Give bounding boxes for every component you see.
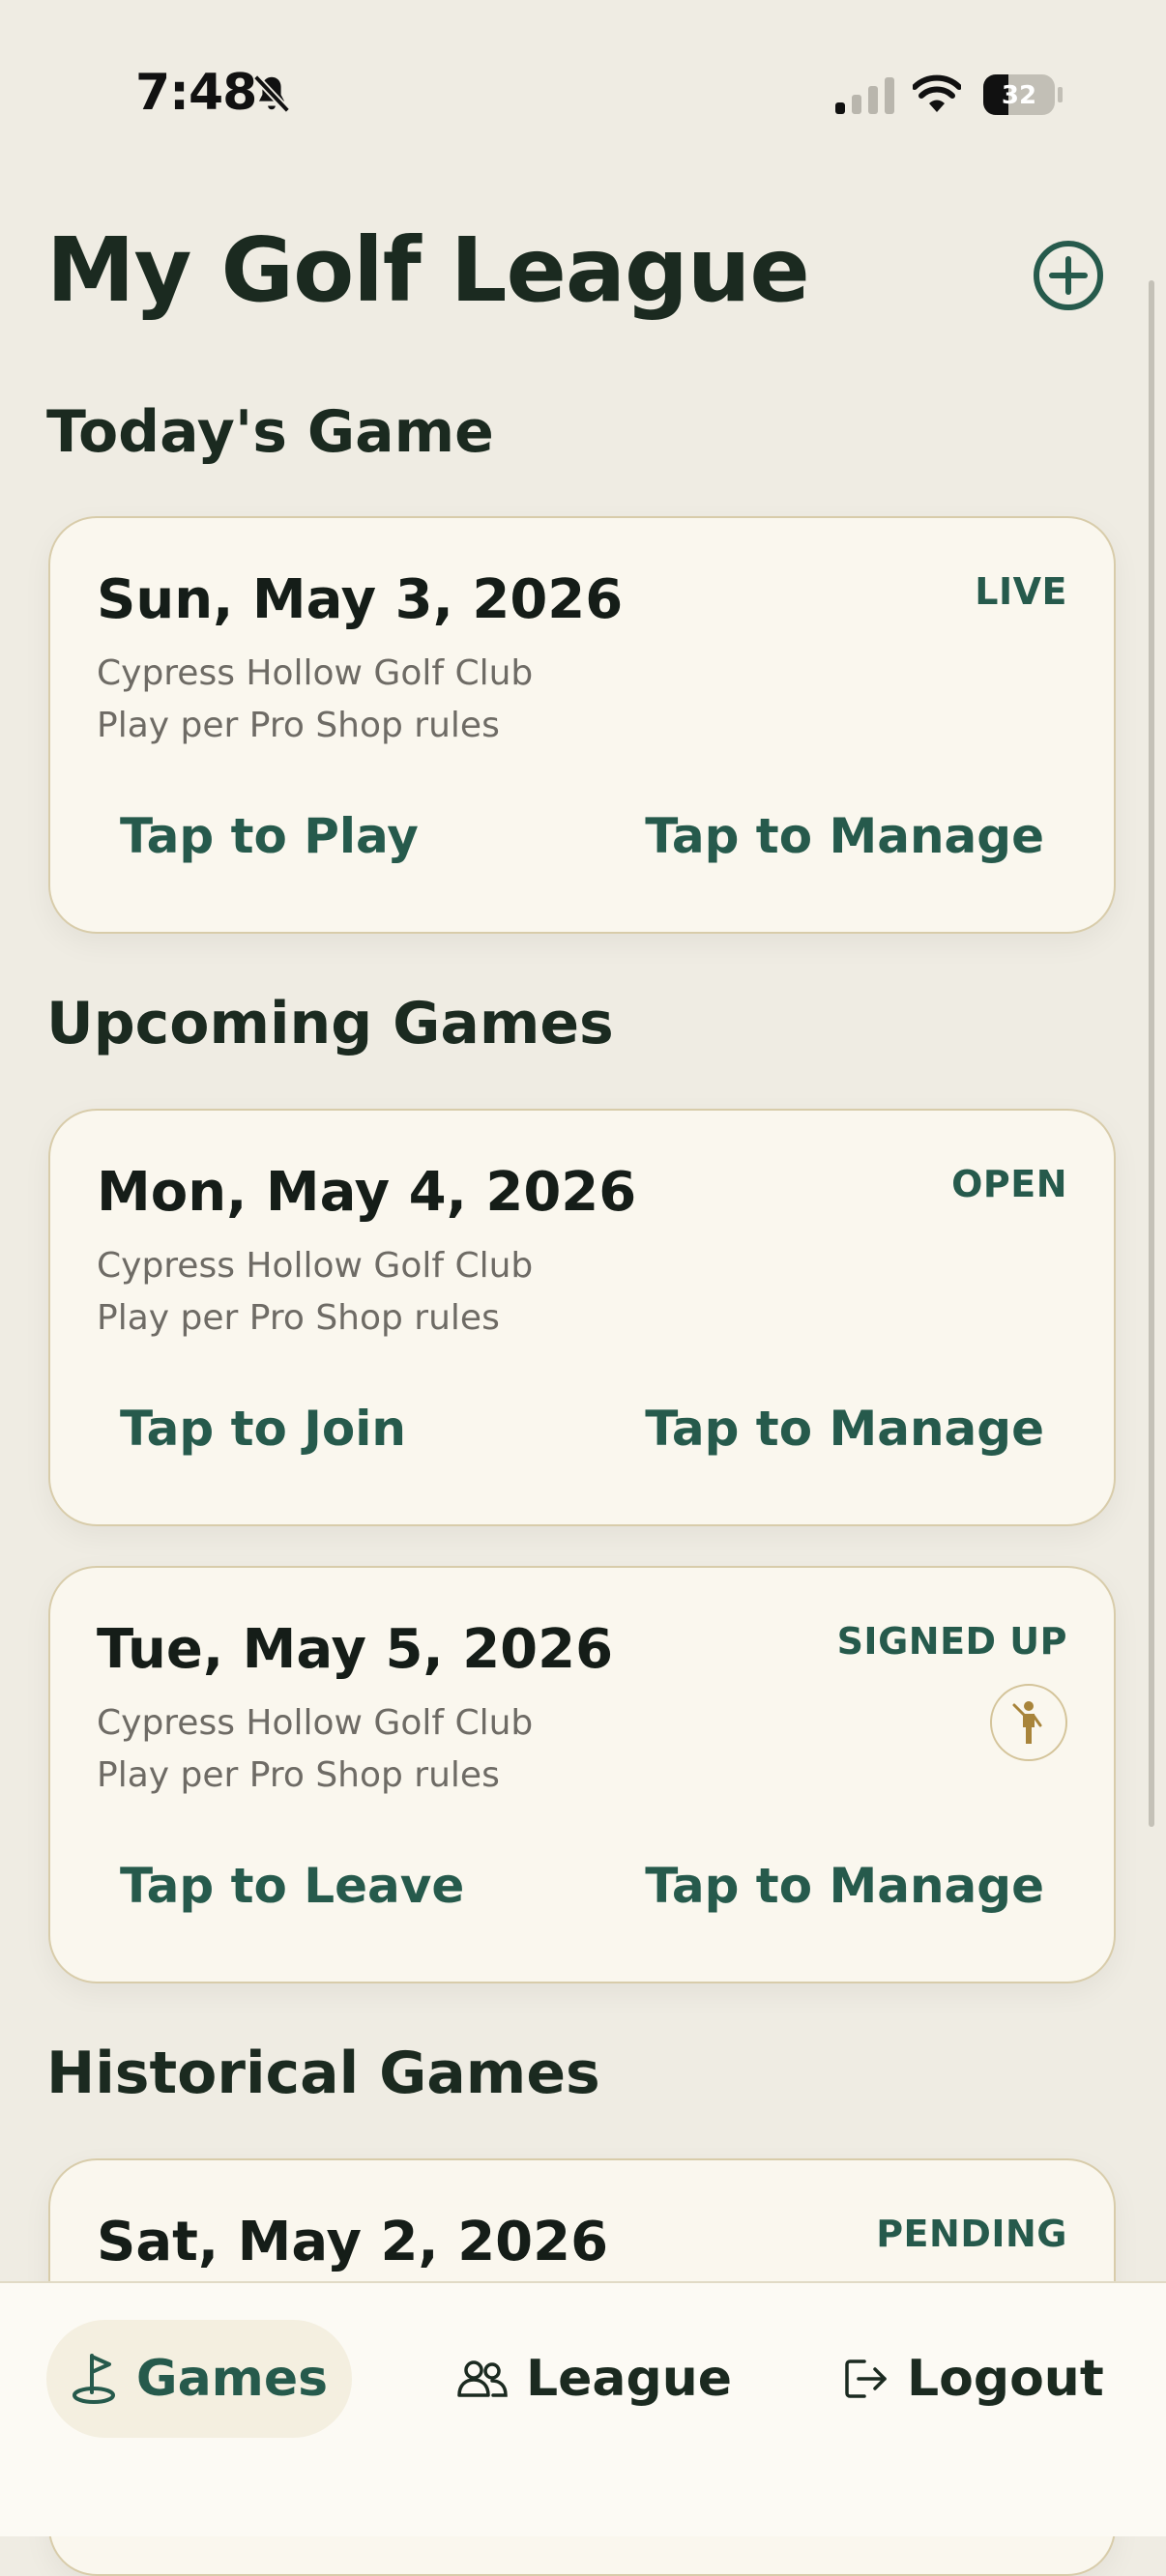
leave-button[interactable]: Tap to Leave <box>120 1858 464 1914</box>
wifi-icon <box>913 74 961 112</box>
game-rules: Play per Pro Shop rules <box>97 1755 500 1795</box>
cellular-signal-icon <box>835 77 894 114</box>
game-date: Sat, May 2, 2026 <box>97 2211 609 2273</box>
section-title-upcoming: Upcoming Games <box>46 990 614 1057</box>
game-card-today[interactable]: Sun, May 3, 2026 LIVE Cypress Hollow Gol… <box>48 516 1116 934</box>
bell-muted-icon <box>252 74 291 113</box>
battery-level: 32 <box>1002 81 1036 110</box>
people-icon <box>457 2360 508 2397</box>
status-badge: OPEN <box>951 1163 1067 1205</box>
section-title-historical: Historical Games <box>46 2040 600 2107</box>
game-course: Cypress Hollow Golf Club <box>97 1246 534 1286</box>
game-rules: Play per Pro Shop rules <box>97 1298 500 1338</box>
status-bar: 7:48 32 <box>0 0 1166 145</box>
tab-games[interactable]: Games <box>46 2320 352 2438</box>
scrollbar[interactable] <box>1149 280 1154 1827</box>
game-date: Sun, May 3, 2026 <box>97 568 624 631</box>
status-badge: PENDING <box>876 2213 1067 2255</box>
status-badge: LIVE <box>975 570 1067 613</box>
add-game-button[interactable] <box>1033 240 1104 311</box>
game-course: Cypress Hollow Golf Club <box>97 653 534 693</box>
game-date: Tue, May 5, 2026 <box>97 1618 614 1681</box>
tab-logout-label: Logout <box>907 2350 1104 2408</box>
manage-button[interactable]: Tap to Manage <box>645 1401 1044 1457</box>
game-course: Cypress Hollow Golf Club <box>97 1703 534 1743</box>
join-button[interactable]: Tap to Join <box>120 1401 406 1457</box>
manage-button[interactable]: Tap to Manage <box>645 808 1044 864</box>
logout-icon <box>845 2359 887 2398</box>
game-card-upcoming[interactable]: Mon, May 4, 2026 OPEN Cypress Hollow Gol… <box>48 1109 1116 1526</box>
game-card-upcoming[interactable]: Tue, May 5, 2026 SIGNED UP Cypress Hollo… <box>48 1566 1116 1983</box>
tab-league-label: League <box>526 2350 733 2408</box>
tab-bar: Games League Logout <box>0 2281 1166 2536</box>
game-rules: Play per Pro Shop rules <box>97 706 500 745</box>
tab-logout[interactable]: Logout <box>843 2320 1104 2438</box>
status-time: 7:48 <box>135 64 257 122</box>
tab-league[interactable]: League <box>456 2320 732 2438</box>
game-date: Mon, May 4, 2026 <box>97 1161 637 1224</box>
tab-games-label: Games <box>135 2350 329 2408</box>
manage-button[interactable]: Tap to Manage <box>645 1858 1044 1914</box>
section-title-today: Today's Game <box>46 398 494 466</box>
golf-flag-icon <box>72 2354 115 2404</box>
page-title: My Golf League <box>46 218 810 322</box>
status-badge: SIGNED UP <box>836 1620 1067 1663</box>
battery-icon: 32 <box>983 74 1063 115</box>
golfer-icon <box>990 1684 1067 1761</box>
play-button[interactable]: Tap to Play <box>120 808 419 864</box>
